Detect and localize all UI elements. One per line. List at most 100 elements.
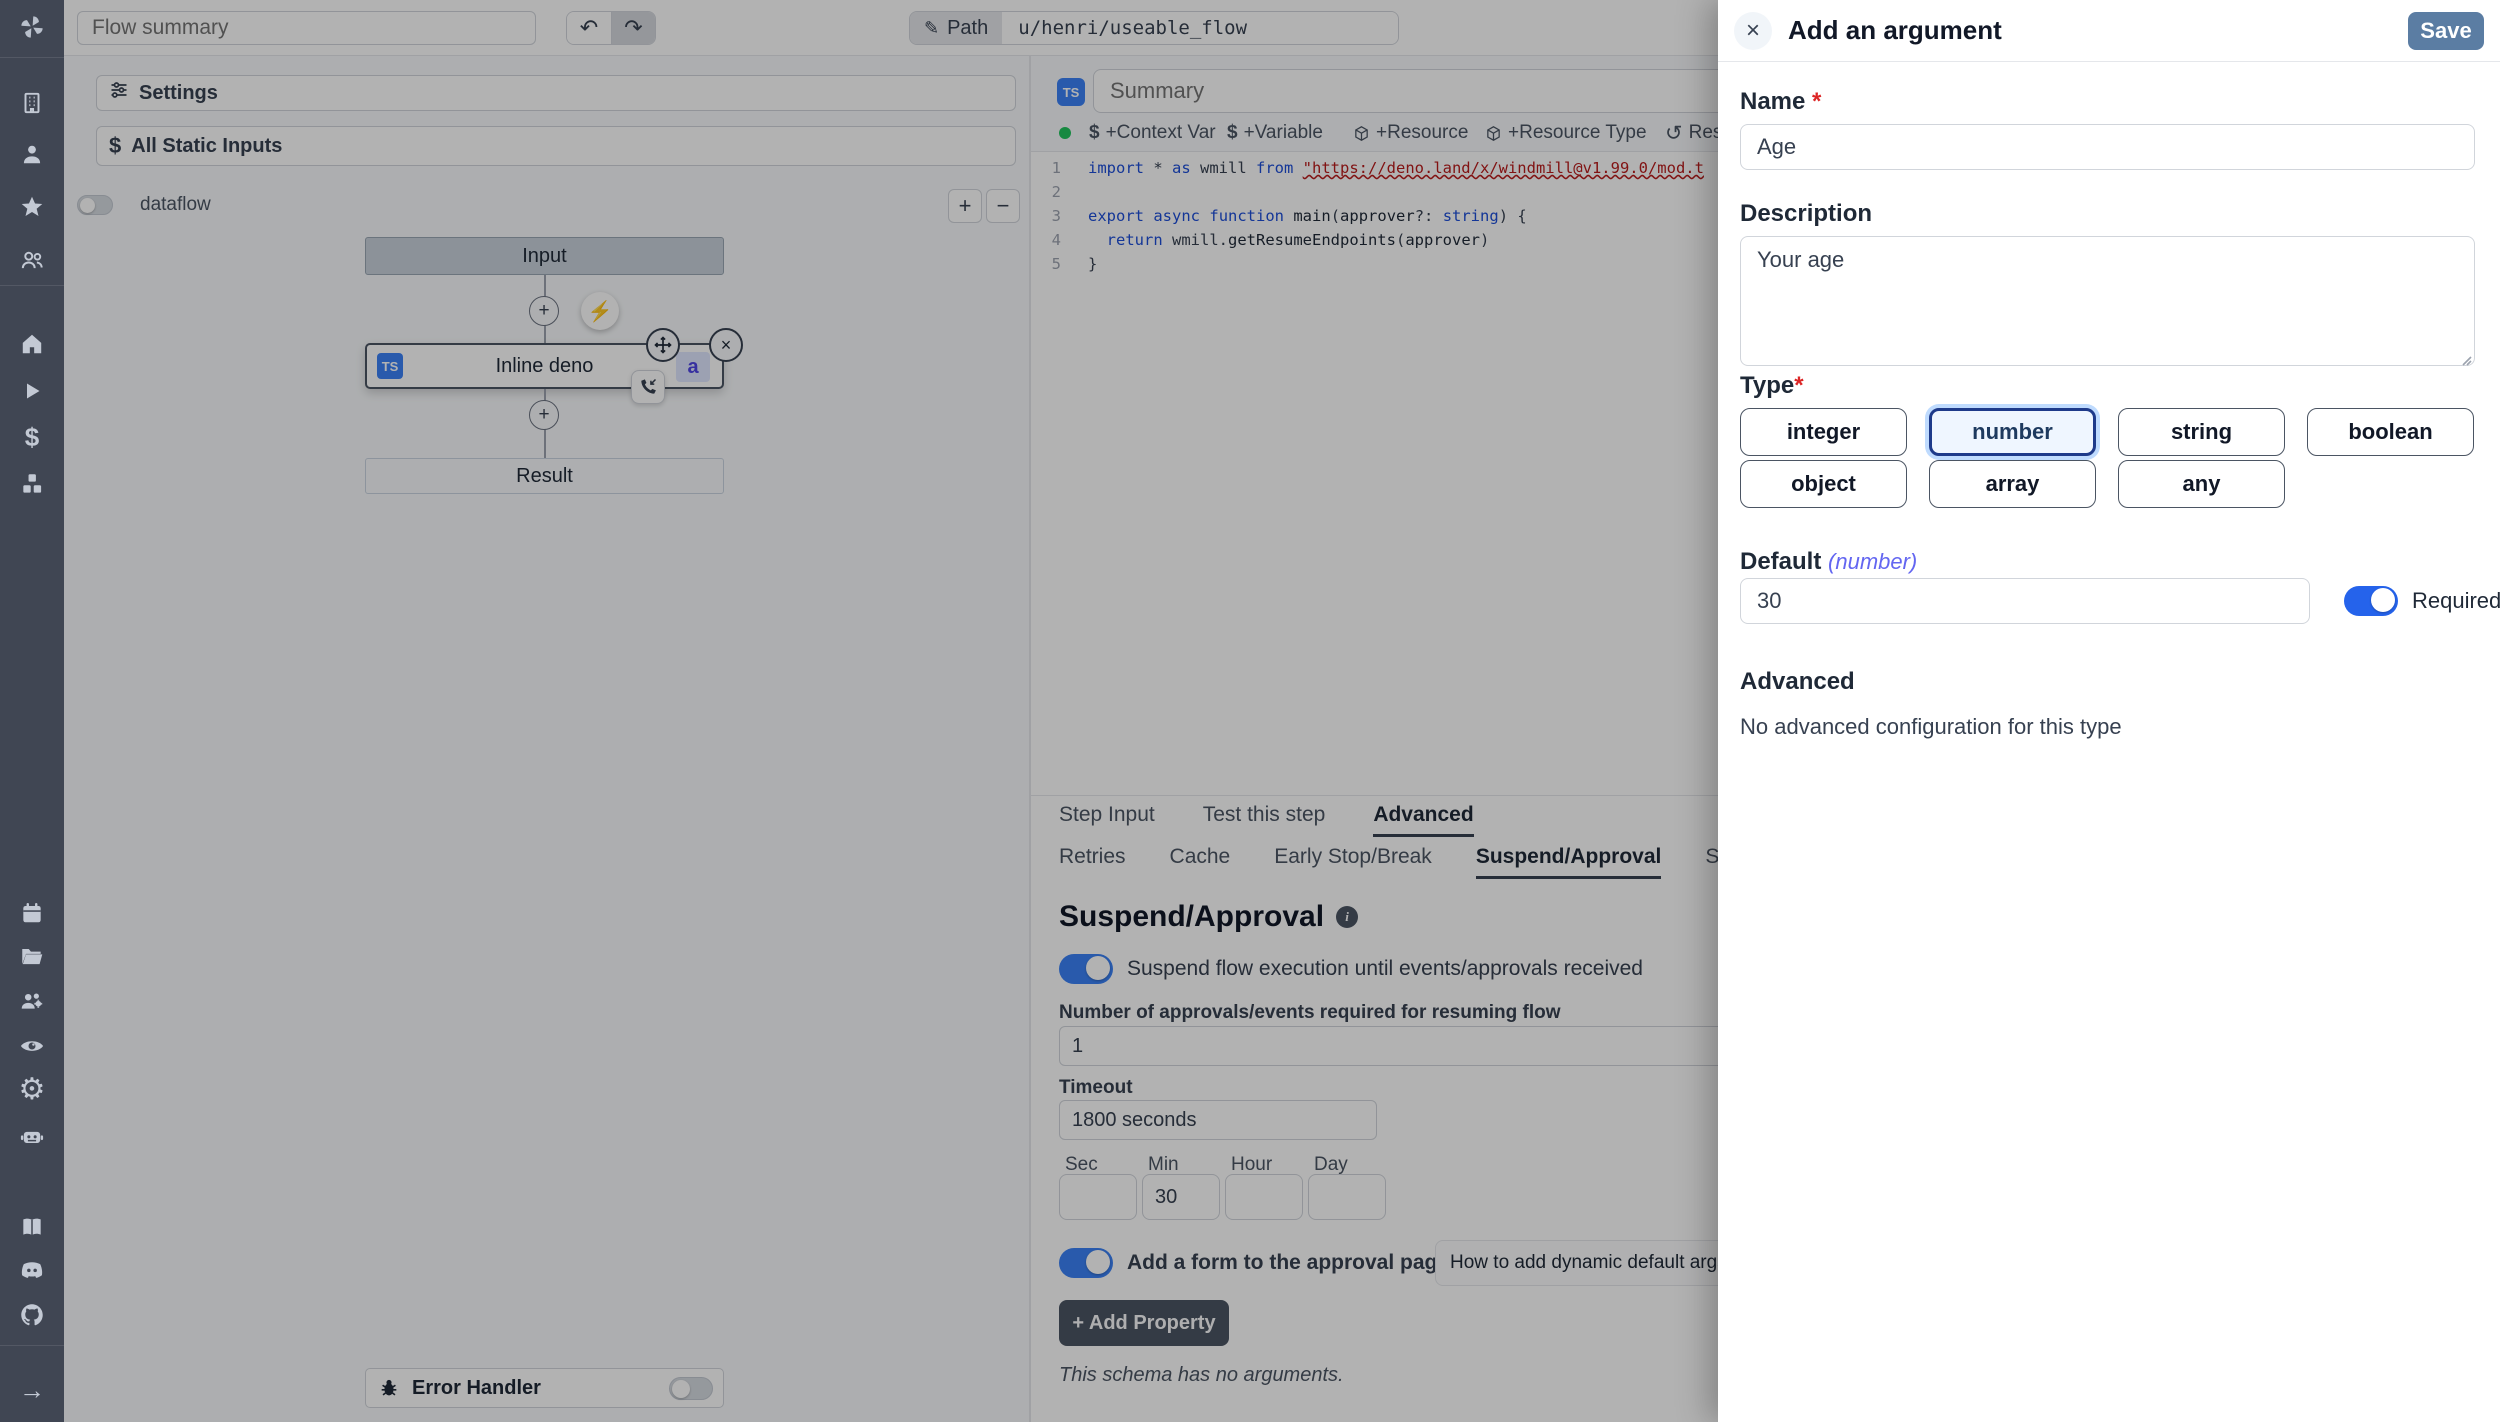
sidebar-divider: [0, 1345, 64, 1346]
collapse-arrow-icon[interactable]: →: [0, 1373, 64, 1407]
description-textarea[interactable]: Your age: [1740, 236, 2475, 366]
tab-advanced[interactable]: Advanced: [1373, 796, 1473, 837]
type-button-integer[interactable]: integer: [1740, 408, 1907, 456]
flow-summary-input[interactable]: [77, 11, 536, 45]
docs-book-icon[interactable]: [0, 1210, 64, 1244]
suspend-approval-indicator: [631, 370, 665, 404]
close-drawer-button[interactable]: ×: [1734, 12, 1772, 50]
cube-icon: [1485, 125, 1502, 142]
resize-grip-icon[interactable]: [2458, 352, 2472, 366]
dynamic-default-args-label: How to add dynamic default args: [1450, 1252, 1727, 1274]
discord-icon[interactable]: [0, 1253, 64, 1287]
type-label-text: Type: [1740, 372, 1794, 399]
step-tabs: Step Input Test this step Advanced: [1031, 795, 1771, 837]
day-input[interactable]: [1308, 1174, 1386, 1220]
required-toggle[interactable]: [2344, 586, 2398, 616]
redo-button[interactable]: ↷: [611, 12, 655, 44]
info-icon[interactable]: i: [1336, 906, 1358, 928]
dollar-icon: $: [1227, 122, 1238, 144]
unit-label-hour: Hour: [1231, 1154, 1272, 1176]
type-button-number[interactable]: number: [1929, 408, 2096, 456]
plus-icon: +: [959, 193, 972, 219]
add-variable-button[interactable]: $ +Variable: [1227, 122, 1323, 144]
close-icon: ×: [721, 335, 732, 356]
subtab-suspend-approval[interactable]: Suspend/Approval: [1476, 837, 1662, 879]
name-input[interactable]: [1740, 124, 2475, 170]
workspace-building-icon[interactable]: [0, 86, 64, 120]
add-context-var-button[interactable]: $ +Context Var: [1089, 122, 1216, 144]
schema-note: This schema has no arguments.: [1059, 1364, 1344, 1387]
settings-gear-icon[interactable]: ⚙: [0, 1073, 64, 1107]
undo-button[interactable]: ↶: [567, 12, 611, 44]
schedules-calendar-icon[interactable]: [0, 896, 64, 930]
redo-icon: ↷: [624, 15, 642, 41]
favorites-star-icon[interactable]: [0, 190, 64, 224]
groups-admin-icon[interactable]: [0, 984, 64, 1018]
runs-play-icon[interactable]: [0, 374, 64, 408]
min-input[interactable]: [1142, 1174, 1220, 1220]
code-editor[interactable]: 1import * as wmill from "https://deno.la…: [1031, 156, 1771, 276]
timeout-input[interactable]: [1059, 1100, 1377, 1140]
user-groups-icon[interactable]: [0, 243, 64, 277]
insert-step-button[interactable]: +: [529, 400, 559, 430]
resources-cubes-icon[interactable]: [0, 467, 64, 501]
flow-node-result[interactable]: Result: [365, 458, 724, 494]
zoom-out-button[interactable]: −: [986, 189, 1020, 223]
move-node-handle[interactable]: [646, 328, 680, 362]
add-resource-type-button[interactable]: +Resource Type: [1485, 122, 1647, 144]
approval-form-toggle[interactable]: [1059, 1248, 1113, 1278]
folders-icon[interactable]: [0, 939, 64, 973]
type-button-object[interactable]: object: [1740, 460, 1907, 508]
type-button-any[interactable]: any: [2118, 460, 2285, 508]
subtab-cache[interactable]: Cache: [1170, 837, 1231, 879]
error-handler-toggle[interactable]: [669, 1377, 713, 1400]
default-value-input[interactable]: [1740, 578, 2310, 624]
home-icon[interactable]: [0, 327, 64, 361]
tab-test-this-step[interactable]: Test this step: [1203, 796, 1326, 837]
bolt-icon: ⚡: [588, 299, 613, 324]
subtab-retries[interactable]: Retries: [1059, 837, 1126, 879]
path-badge[interactable]: ✎ Path: [910, 12, 1002, 44]
workers-robot-icon[interactable]: [0, 1119, 64, 1153]
code-line: 2: [1031, 180, 1771, 204]
delete-node-button[interactable]: ×: [709, 328, 743, 362]
path-value[interactable]: u/henri/useable_flow: [1002, 12, 1398, 44]
type-button-boolean[interactable]: boolean: [2307, 408, 2474, 456]
save-button[interactable]: Save: [2408, 12, 2484, 50]
user-icon[interactable]: [0, 137, 64, 171]
windmill-logo-icon[interactable]: [0, 10, 64, 44]
node-label: Result: [516, 465, 573, 488]
toggle-knob: [80, 198, 95, 213]
github-icon[interactable]: [0, 1298, 64, 1332]
trigger-bolt-button[interactable]: ⚡: [581, 292, 619, 330]
argument-badge: a: [676, 352, 710, 382]
all-static-inputs-button[interactable]: $ All Static Inputs: [96, 126, 1016, 166]
audit-eye-icon[interactable]: [0, 1029, 64, 1063]
node-label: Inline deno: [496, 355, 594, 378]
sidebar-divider: [0, 285, 64, 286]
add-property-label: + Add Property: [1072, 1312, 1215, 1335]
type-button-string[interactable]: string: [2118, 408, 2285, 456]
variables-dollar-icon[interactable]: $: [0, 420, 64, 454]
flow-node-inline-deno[interactable]: TS Inline deno a ×: [365, 343, 724, 389]
reset-icon: ↺: [1665, 121, 1683, 146]
insert-step-button[interactable]: +: [529, 296, 559, 326]
zoom-in-button[interactable]: +: [948, 189, 982, 223]
required-asterisk: *: [1794, 372, 1803, 399]
hour-input[interactable]: [1225, 1174, 1303, 1220]
tab-step-input[interactable]: Step Input: [1059, 796, 1155, 837]
step-summary-input[interactable]: [1093, 69, 1771, 113]
flow-node-input[interactable]: Input: [365, 237, 724, 275]
flow-settings-button[interactable]: Settings: [96, 75, 1016, 111]
cube-icon: [1353, 125, 1370, 142]
suspend-toggle[interactable]: [1059, 954, 1113, 984]
subtab-early-stop-break[interactable]: Early Stop/Break: [1274, 837, 1432, 879]
add-resource-button[interactable]: +Resource: [1353, 122, 1468, 144]
add-property-button[interactable]: + Add Property: [1059, 1300, 1229, 1346]
sec-input[interactable]: [1059, 1174, 1137, 1220]
suspend-approval-title: Suspend/Approval: [1059, 900, 1324, 934]
error-handler-node[interactable]: Error Handler: [365, 1368, 724, 1408]
dataflow-toggle[interactable]: [77, 195, 113, 215]
approvals-count-input[interactable]: [1059, 1026, 1747, 1066]
type-button-array[interactable]: array: [1929, 460, 2096, 508]
